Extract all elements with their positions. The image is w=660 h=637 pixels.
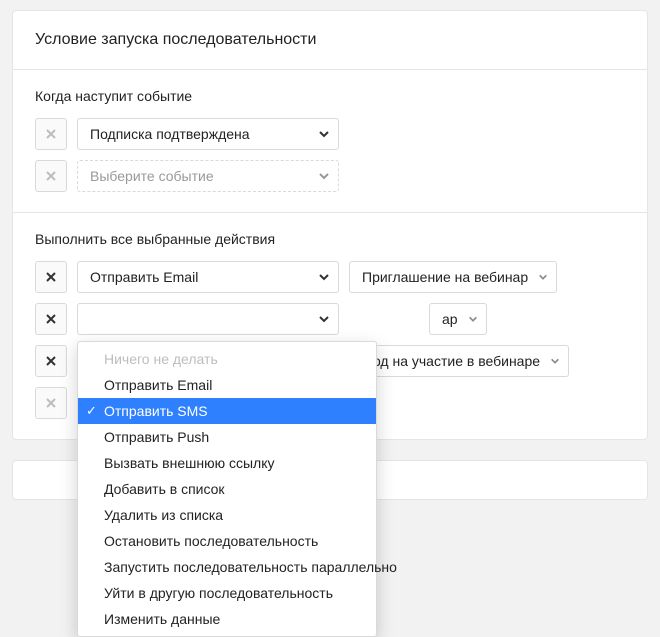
- remove-event-button[interactable]: [35, 118, 67, 150]
- actions-section: Выполнить все выбранные действия Отправи…: [13, 213, 647, 439]
- action-row: Отправить Email Приглашение на вебинар: [35, 261, 625, 293]
- close-icon: [45, 271, 57, 283]
- chevron-down-icon: [550, 356, 560, 366]
- close-icon: [45, 128, 57, 140]
- chevron-down-icon: [318, 128, 330, 140]
- dropdown-item[interactable]: Отправить SMS: [78, 398, 376, 424]
- events-section: Когда наступит событие Подписка подтверж…: [13, 70, 647, 213]
- remove-action-button[interactable]: [35, 303, 67, 335]
- dropdown-item[interactable]: Запустить последовательность параллельно: [78, 554, 376, 580]
- event-select-placeholder-text: Выберите событие: [90, 168, 214, 184]
- remove-action-button[interactable]: [35, 261, 67, 293]
- chevron-down-icon: [318, 271, 330, 283]
- event-select-placeholder[interactable]: Выберите событие: [77, 160, 339, 192]
- action-param-value: -код на участие в вебинаре: [362, 353, 540, 369]
- action-row: ар Ничего не делатьОтправить EmailОтправ…: [35, 303, 625, 335]
- chevron-down-icon: [318, 170, 330, 182]
- action-select-value: Отправить Email: [90, 269, 198, 285]
- action-dropdown: Ничего не делатьОтправить EmailОтправить…: [77, 341, 377, 637]
- event-select-value: Подписка подтверждена: [90, 126, 250, 142]
- action-select[interactable]: Отправить Email: [77, 261, 339, 293]
- remove-action-button[interactable]: [35, 387, 67, 419]
- events-label: Когда наступит событие: [35, 88, 625, 104]
- event-row: Выберите событие: [35, 160, 625, 192]
- close-icon: [45, 397, 57, 409]
- event-select[interactable]: Подписка подтверждена: [77, 118, 339, 150]
- chevron-down-icon: [468, 314, 478, 324]
- action-param-value: ар: [442, 311, 458, 327]
- dropdown-item[interactable]: Отправить Email: [78, 372, 376, 398]
- dropdown-item[interactable]: Удалить из списка: [78, 502, 376, 528]
- dropdown-item: Ничего не делать: [78, 346, 376, 372]
- dropdown-item[interactable]: Уйти в другую последовательность: [78, 580, 376, 606]
- close-icon: [45, 313, 57, 325]
- chevron-down-icon: [538, 272, 548, 282]
- card-title: Условие запуска последовательности: [13, 11, 647, 70]
- event-row: Подписка подтверждена: [35, 118, 625, 150]
- sequence-trigger-card: Условие запуска последовательности Когда…: [12, 10, 648, 440]
- remove-event-button[interactable]: [35, 160, 67, 192]
- dropdown-item[interactable]: Вызвать внешнюю ссылку: [78, 450, 376, 476]
- dropdown-item[interactable]: Остановить последовательность: [78, 528, 376, 554]
- action-param-select[interactable]: -код на участие в вебинаре: [349, 345, 569, 377]
- action-param-select[interactable]: ар: [429, 303, 487, 335]
- remove-action-button[interactable]: [35, 345, 67, 377]
- dropdown-item[interactable]: Изменить данные: [78, 606, 376, 632]
- card-title-text: Условие запуска последовательности: [35, 31, 316, 48]
- actions-label: Выполнить все выбранные действия: [35, 231, 625, 247]
- action-param-select[interactable]: Приглашение на вебинар: [349, 261, 557, 293]
- dropdown-item[interactable]: Добавить в список: [78, 476, 376, 502]
- close-icon: [45, 355, 57, 367]
- action-select[interactable]: [77, 303, 339, 335]
- action-param-value: Приглашение на вебинар: [362, 269, 528, 285]
- chevron-down-icon: [318, 313, 330, 325]
- close-icon: [45, 170, 57, 182]
- dropdown-item[interactable]: Отправить Push: [78, 424, 376, 450]
